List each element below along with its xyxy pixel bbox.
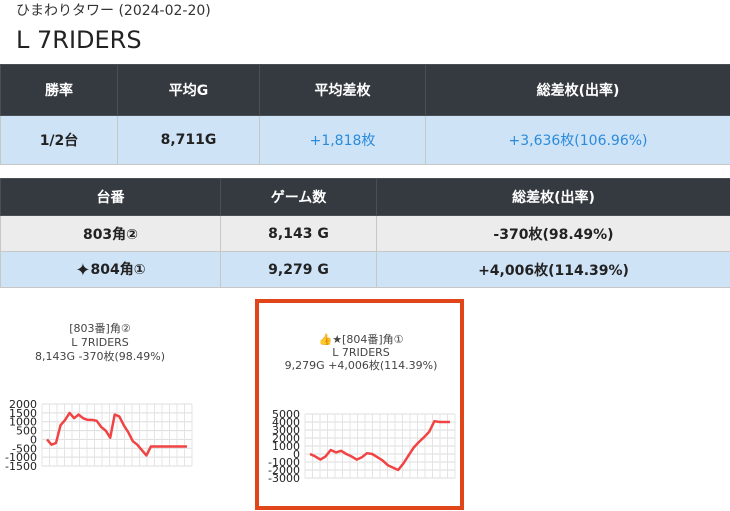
chart-caption-2: L 7RIDERS — [71, 336, 129, 349]
chart-caption-3: 8,143G -370枚(98.49%) — [35, 349, 165, 363]
summary-table: 勝率 平均G 平均差枚 総差枚(出率) 1/2台 8,711G +1,818枚 … — [0, 64, 730, 165]
header-average-games: 平均G — [117, 64, 260, 116]
summary-header-row: 勝率 平均G 平均差枚 総差枚(出率) — [0, 64, 730, 116]
header-win-rate: 勝率 — [0, 64, 118, 116]
header-total-diff: 総差枚(出率) — [425, 64, 730, 116]
header-average-diff: 平均差枚 — [259, 64, 426, 116]
summary-value-row: 1/2台 8,711G +1,818枚 +3,636枚(106.96%) — [0, 115, 730, 165]
table-row[interactable]: ✦804角① 9,279 G +4,006枚(114.39%) — [0, 251, 730, 288]
machine-header-row: 台番 ゲーム数 総差枚(出率) — [0, 178, 730, 216]
tick-label: -3000 — [268, 472, 300, 485]
machine-table: 台番 ゲーム数 総差枚(出率) 803角② 8,143 G -370枚(98.4… — [0, 178, 730, 288]
chart-caption-1: 👍★[804番]角① — [319, 333, 404, 346]
value-total-diff: +3,636枚(106.96%) — [425, 115, 730, 165]
machine-games: 8,143 G — [220, 215, 377, 252]
machine-number[interactable]: 803角② — [0, 215, 221, 252]
table-row[interactable]: 803角② 8,143 G -370枚(98.49%) — [0, 215, 730, 252]
machine-diff: +4,006枚(114.39%) — [376, 251, 730, 288]
chart-804: 👍★[804番]角① L 7RIDERS 9,279G +4,006枚(114.… — [268, 333, 456, 485]
header-diff: 総差枚(出率) — [376, 178, 730, 216]
tick-label: -1500 — [5, 460, 37, 473]
chart-card-804[interactable]: 👍★[804番]角① L 7RIDERS 9,279G +4,006枚(114.… — [255, 299, 464, 510]
header-machine-number: 台番 — [0, 178, 221, 216]
chart-caption-1: [803番]角② — [69, 322, 131, 335]
machine-games: 9,279 G — [220, 251, 377, 288]
value-win-rate: 1/2台 — [0, 115, 118, 165]
header-games: ゲーム数 — [220, 178, 377, 216]
machine-number-cell[interactable]: ✦804角① — [0, 251, 221, 288]
chart-caption-2: L 7RIDERS — [332, 346, 390, 359]
value-average-diff: +1,818枚 — [259, 115, 426, 165]
machine-diff: -370枚(98.49%) — [376, 215, 730, 252]
chart-caption-3: 9,279G +4,006枚(114.39%) — [285, 358, 438, 372]
sparkle-icon: ✦ — [75, 259, 91, 281]
chart-grid — [41, 403, 193, 467]
chart-803: [803番]角② L 7RIDERS 8,143G -370枚(98.49%) … — [5, 322, 193, 473]
chart-card-803[interactable]: [803番]角② L 7RIDERS 8,143G -370枚(98.49%) … — [0, 298, 200, 498]
machine-title: L 7RIDERS — [16, 26, 142, 54]
machine-number[interactable]: 804角① — [91, 262, 146, 278]
value-average-games: 8,711G — [117, 115, 260, 165]
hall-and-date: ひまわりタワー (2024-02-20) — [16, 3, 211, 19]
